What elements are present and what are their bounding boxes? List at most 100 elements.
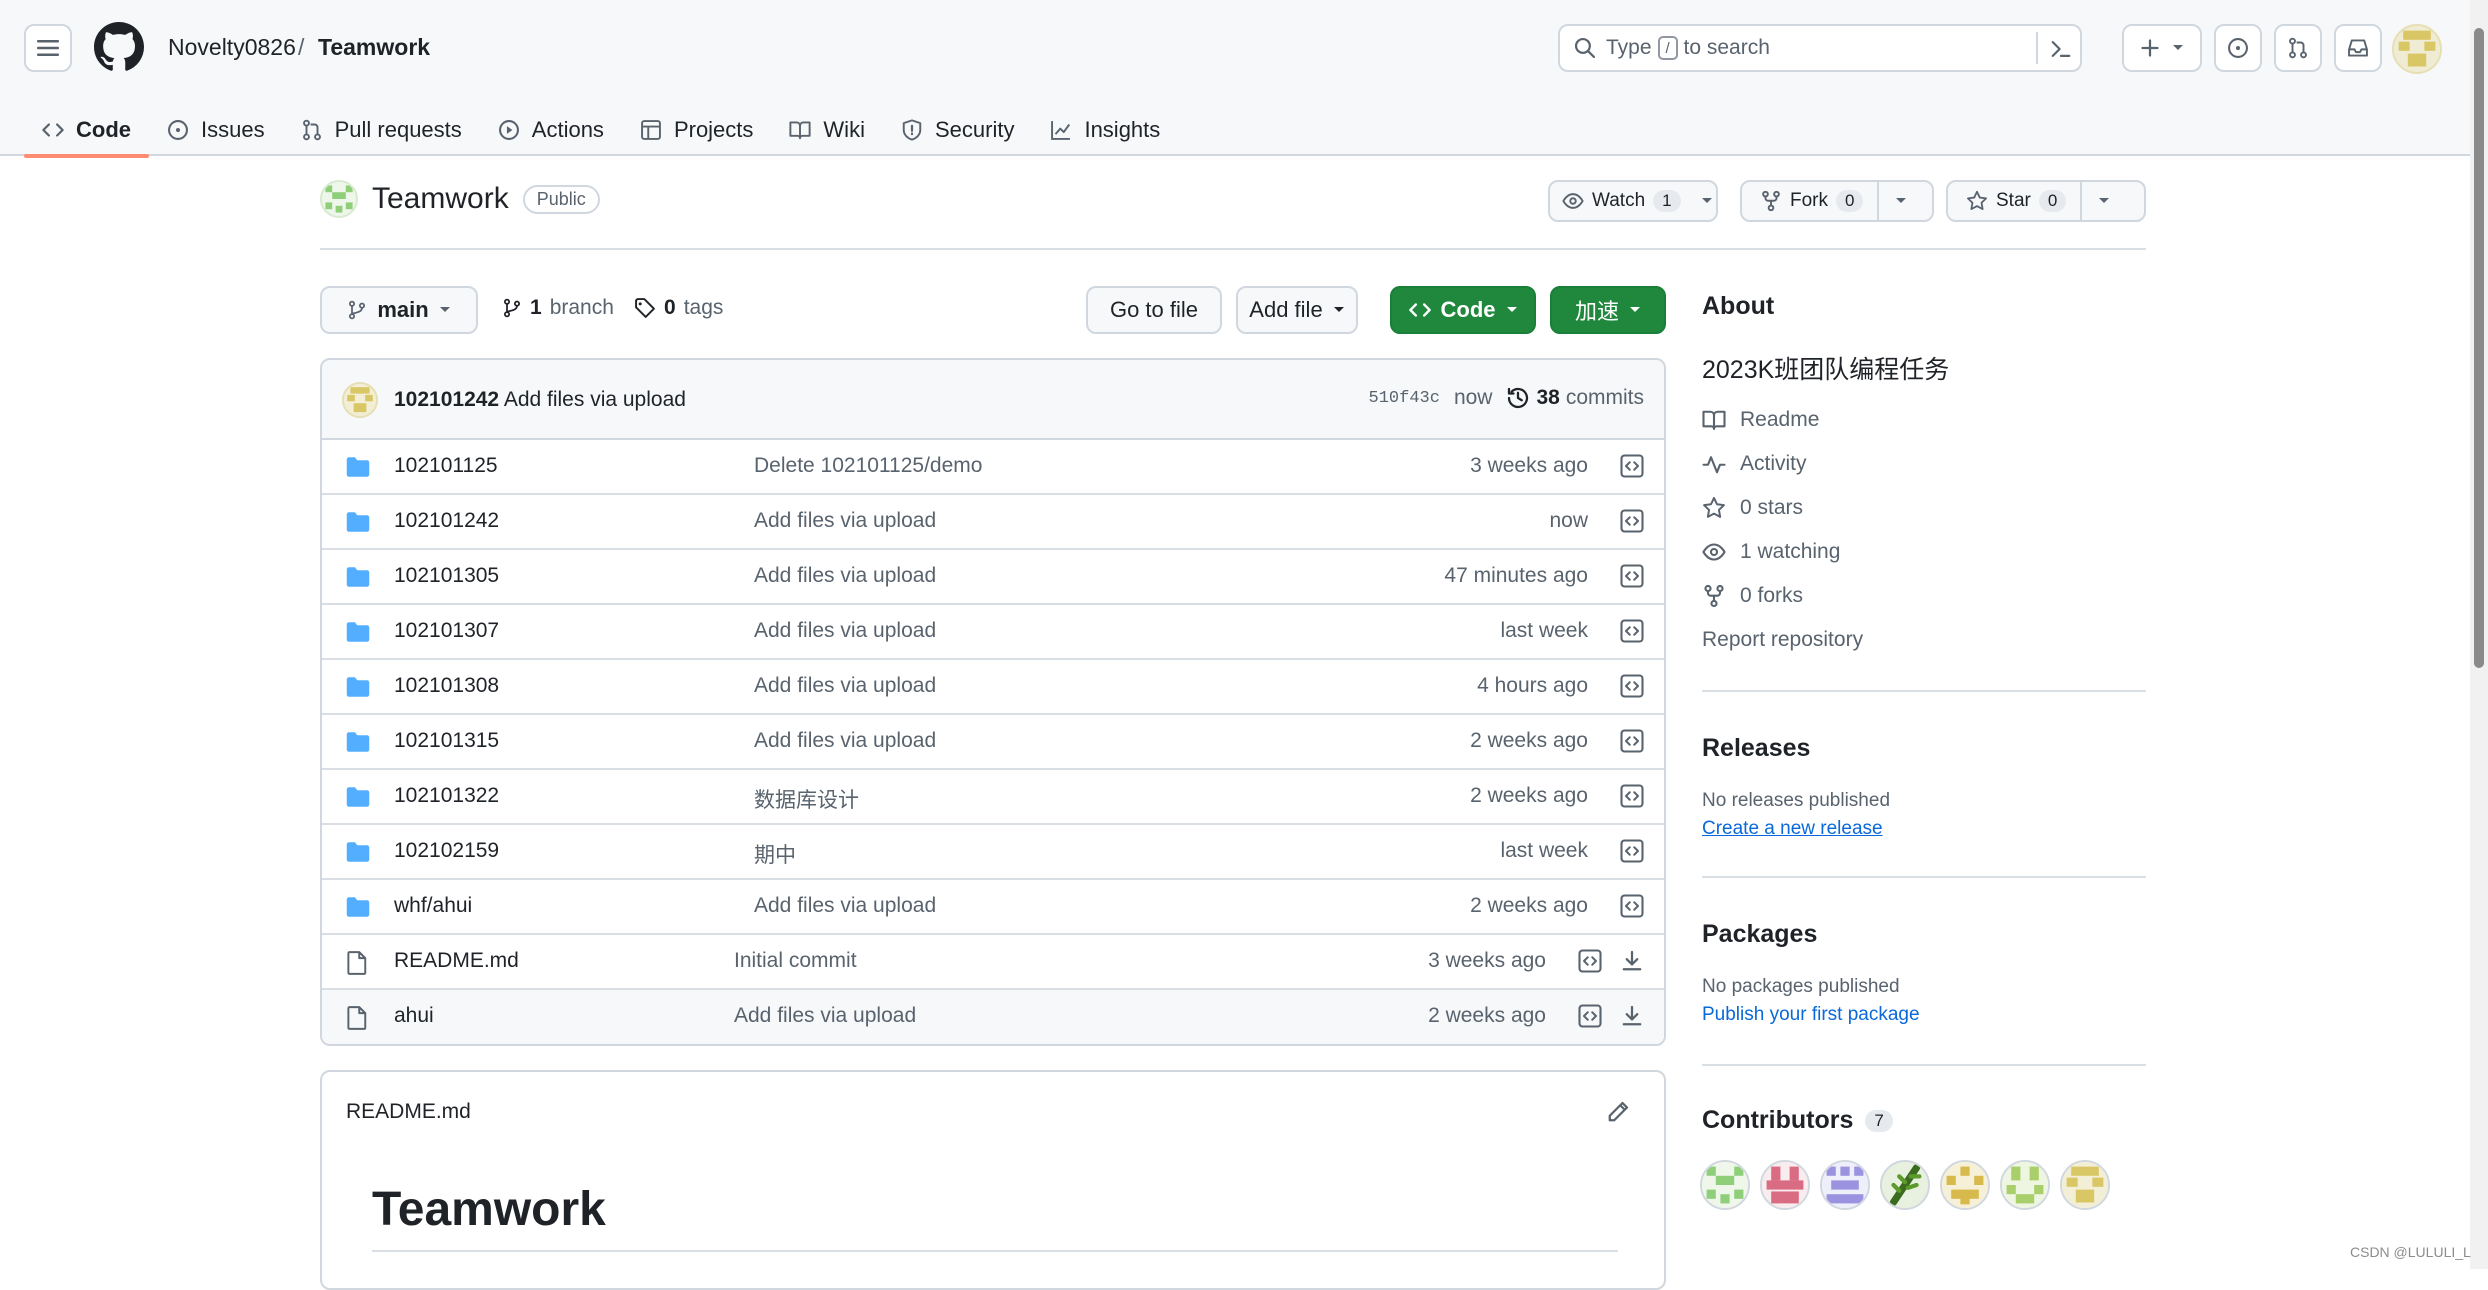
commit-author-avatar[interactable] (342, 382, 378, 418)
file-commit-message[interactable]: 数据库设计 (754, 784, 859, 814)
user-avatar[interactable] (2392, 24, 2442, 74)
menu-button[interactable] (24, 24, 72, 72)
accelerate-button[interactable]: 加速 (1550, 286, 1666, 334)
view-code-button[interactable] (1620, 894, 1644, 918)
repo-owner-avatar[interactable] (320, 180, 358, 218)
file-name[interactable]: ahui (394, 1004, 434, 1028)
view-code-button[interactable] (1620, 619, 1644, 643)
releases-heading[interactable]: Releases (1702, 734, 1810, 763)
code-square-icon[interactable] (1620, 784, 1644, 808)
readme-filename[interactable]: README.md (346, 1100, 471, 1124)
watch-dropdown[interactable] (1693, 182, 1721, 220)
code-square-icon[interactable] (1620, 894, 1644, 918)
file-commit-message[interactable]: Initial commit (734, 949, 857, 973)
file-commit-message[interactable]: Add files via upload (734, 1004, 916, 1028)
inbox-button[interactable] (2334, 24, 2382, 72)
view-code-button[interactable] (1620, 674, 1644, 698)
tab-security[interactable]: Security (883, 104, 1032, 156)
folder-row[interactable]: 102102159 期中 last week (322, 825, 1664, 880)
code-square-icon[interactable] (1620, 674, 1644, 698)
view-code-button[interactable] (1620, 509, 1644, 533)
sidebar-link-activity[interactable]: Activity (1702, 452, 1807, 476)
github-logo-icon[interactable] (94, 22, 144, 72)
code-square-icon[interactable] (1620, 454, 1644, 478)
create-release-link[interactable]: Create a new release (1702, 818, 1883, 840)
contributor-avatar[interactable] (1880, 1160, 1930, 1210)
publish-package-link[interactable]: Publish your first package (1702, 1004, 1920, 1026)
folder-row[interactable]: 102101315 Add files via upload 2 weeks ago (322, 715, 1664, 770)
file-name[interactable]: 102101322 (394, 784, 499, 808)
contributor-avatar[interactable] (1940, 1160, 1990, 1210)
download-icon[interactable] (1620, 949, 1644, 973)
file-name[interactable]: 102101307 (394, 619, 499, 643)
contributor-avatar[interactable] (1700, 1160, 1750, 1210)
branches-link[interactable]: 1 branch (502, 296, 614, 320)
create-new-button[interactable] (2122, 24, 2202, 72)
commit-history-link[interactable]: 38 commits (1506, 386, 1644, 410)
folder-row[interactable]: 102101125 Delete 102101125/demo 3 weeks ag… (322, 440, 1664, 495)
tab-pull-requests[interactable]: Pull requests (283, 104, 480, 156)
code-button[interactable]: Code (1390, 286, 1536, 334)
pull-requests-button[interactable] (2274, 24, 2322, 72)
issues-button[interactable] (2214, 24, 2262, 72)
tab-actions[interactable]: Actions (480, 104, 622, 156)
tab-code[interactable]: Code (24, 104, 149, 158)
file-name[interactable]: whf/ahui (394, 894, 472, 918)
sidebar-link-readme[interactable]: Readme (1702, 408, 1819, 432)
file-commit-message[interactable]: Add files via upload (754, 619, 936, 643)
file-commit-message[interactable]: Add files via upload (754, 729, 936, 753)
add-file-button[interactable]: Add file (1236, 286, 1358, 334)
pencil-icon[interactable] (1606, 1100, 1630, 1124)
contributor-avatar[interactable] (2000, 1160, 2050, 1210)
tab-issues[interactable]: Issues (149, 104, 283, 156)
branch-selector[interactable]: main (320, 286, 478, 334)
scrollbar-thumb[interactable] (2474, 28, 2484, 668)
view-code-button[interactable] (1620, 839, 1644, 863)
file-name[interactable]: 102101305 (394, 564, 499, 588)
file-commit-message[interactable]: Delete 102101125/demo (754, 454, 982, 478)
view-code-button[interactable] (1578, 1004, 1602, 1028)
commit-sha[interactable]: 510f43c (1369, 389, 1440, 408)
code-square-icon[interactable] (1578, 1004, 1602, 1028)
repo-name[interactable]: Teamwork (372, 182, 509, 216)
command-palette-icon[interactable] (2050, 38, 2072, 60)
view-code-button[interactable] (1620, 729, 1644, 753)
sidebar-link-forks[interactable]: 0 forks (1702, 584, 1803, 608)
file-name[interactable]: 102101242 (394, 509, 499, 533)
search-input[interactable]: Type / to search (1558, 24, 2082, 72)
breadcrumb-repo[interactable]: Teamwork (318, 34, 430, 61)
view-code-button[interactable] (1578, 949, 1602, 973)
file-commit-message[interactable]: Add files via upload (754, 674, 936, 698)
code-square-icon[interactable] (1620, 509, 1644, 533)
download-icon[interactable] (1620, 1004, 1644, 1028)
code-square-icon[interactable] (1578, 949, 1602, 973)
report-repository-link[interactable]: Report repository (1702, 628, 1863, 652)
breadcrumb-owner[interactable]: Novelty0826 (168, 34, 296, 61)
file-name[interactable]: 102101125 (394, 454, 498, 478)
download-button[interactable] (1620, 949, 1644, 973)
file-name[interactable]: 102102159 (394, 839, 499, 863)
contributors-heading[interactable]: Contributors (1702, 1106, 1853, 1135)
code-square-icon[interactable] (1620, 619, 1644, 643)
sidebar-link-stars[interactable]: 0 stars (1702, 496, 1803, 520)
download-button[interactable] (1620, 1004, 1644, 1028)
folder-row[interactable]: 102101305 Add files via upload 47 minutes … (322, 550, 1664, 605)
folder-row[interactable]: 102101307 Add files via upload last week (322, 605, 1664, 660)
file-commit-message[interactable]: Add files via upload (754, 894, 936, 918)
folder-row[interactable]: 102101242 Add files via upload now (322, 495, 1664, 550)
fork-button[interactable]: Fork 0 (1742, 182, 1877, 220)
tab-wiki[interactable]: Wiki (771, 104, 883, 156)
folder-row[interactable]: 102101322 数据库设计 2 weeks ago (322, 770, 1664, 825)
packages-heading[interactable]: Packages (1702, 920, 1817, 949)
commit-author[interactable]: 102101242 (394, 388, 499, 411)
watch-button[interactable]: Watch 1 (1550, 182, 1693, 220)
code-square-icon[interactable] (1620, 564, 1644, 588)
tab-projects[interactable]: Projects (622, 104, 771, 156)
view-code-button[interactable] (1620, 564, 1644, 588)
view-code-button[interactable] (1620, 784, 1644, 808)
view-code-button[interactable] (1620, 454, 1644, 478)
file-row[interactable]: ahui Add files via upload 2 weeks ago (322, 990, 1664, 1044)
code-square-icon[interactable] (1620, 729, 1644, 753)
go-to-file-button[interactable]: Go to file (1086, 286, 1222, 334)
file-name[interactable]: 102101308 (394, 674, 499, 698)
